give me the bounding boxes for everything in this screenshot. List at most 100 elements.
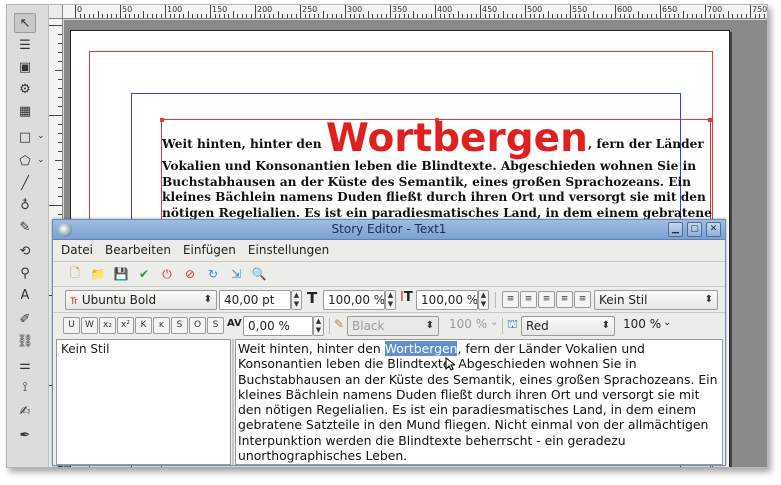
paragraph-style-list[interactable]: Kein Stil [56,339,231,465]
line-icon[interactable]: ╱ [14,173,36,193]
cancel-changes-icon[interactable]: ⏻ [159,266,175,282]
ruler-tick [430,14,432,18]
scale-width-field[interactable]: 100,00 % [323,290,385,310]
ruler-label: 500 [527,5,543,14]
ruler-tick [439,14,441,18]
align-center-button[interactable]: ≡ [520,291,537,308]
tracking-stepper[interactable]: ▲ ▼ [313,316,324,336]
ruler-tick [58,142,62,143]
minimize-button[interactable]: ▁ [668,222,683,237]
chevron-down-icon[interactable]: ⌄ [37,155,45,165]
maximize-button[interactable]: ▢ [687,222,702,237]
subscript-icon[interactable]: x₂ [99,317,116,334]
ruler-tick [115,14,117,18]
menu-einstellungen[interactable]: Einstellungen [248,243,329,257]
align-justify-button[interactable]: ≡ [556,291,573,308]
polygon-icon[interactable]: ⬠ [14,151,36,171]
paragraph-style-select[interactable]: Kein Stil ⬍ [594,290,718,310]
menu-bearbeiten[interactable]: Bearbeiten [105,243,171,257]
close-button[interactable]: ✕ [706,222,721,237]
scale-height-field[interactable]: 100,00 % [416,290,478,310]
zoom-icon[interactable]: ⚲ [14,263,36,283]
tracking-value: 0,00 % [248,319,290,333]
scale-height-stepper[interactable]: ▲ ▼ [478,290,489,310]
fill-shade-value[interactable]: 100 % [623,317,661,331]
ruler-tick [417,14,418,18]
ruler-tick [58,97,62,98]
freehand-line-icon[interactable]: ✎ [14,217,36,237]
eye-dropper-icon[interactable]: ✒ [14,425,36,445]
underline-icon[interactable]: U [63,317,80,334]
ruler-origin[interactable] [49,5,63,19]
text-frame-icon[interactable]: ☰ [14,35,36,55]
story-selected-text[interactable]: Wortbergen [384,341,458,356]
story-text[interactable]: Weit hinten, hinter den Wortbergen, fern… [238,341,720,463]
outline-icon[interactable]: O [189,317,206,334]
fill-color-select[interactable]: Red ⬍ [521,316,615,336]
ruler-label: 650 [662,5,678,14]
table-icon[interactable]: ▦ [14,101,36,121]
render-frame-icon[interactable]: ⚙ [14,79,36,99]
stroke-shade-value[interactable]: 100 % [449,317,487,331]
chevron-down-icon[interactable]: ⌄ [37,131,45,141]
scale-width-stepper[interactable]: ▲ ▼ [385,290,396,310]
shadow-icon[interactable]: S [207,317,224,334]
font-size-field[interactable]: 40,00 pt [219,290,291,310]
story-editor-icon[interactable]: ✐ [14,309,36,329]
underline-words-icon[interactable]: W [81,317,98,334]
ruler-tick [97,11,99,18]
ruler-tick [363,14,364,18]
frame-text-before: Weit hinten, hinter den [162,137,326,151]
align-left-button[interactable]: ≡ [502,291,519,308]
dialog-titlebar[interactable]: Story Editor - Text1 ▁ ▢ ✕ [53,220,725,240]
ruler-tick [678,14,679,18]
ruler-tick [286,14,288,18]
ruler-tick [160,14,162,18]
ruler-tick [736,14,738,18]
image-frame-icon[interactable]: ▣ [14,57,36,77]
all-caps-icon[interactable]: K [135,317,152,334]
align-forced-button[interactable]: ≡ [574,291,591,308]
update-frame-icon[interactable]: ⇲ [228,266,244,282]
ruler-tick [606,14,607,18]
apply-changes-icon[interactable]: ✔ [136,266,152,282]
bezier-curve-icon[interactable]: ♁ [14,195,36,215]
tracking-icon: AV [227,318,242,329]
ruler-tick [709,14,711,18]
tracking-field[interactable]: 0,00 % [243,316,313,336]
link-frames-icon[interactable]: ⛓ [14,331,36,351]
pointer-icon[interactable]: ↖ [14,13,36,33]
ruler-tick [403,14,405,18]
measurements-icon[interactable]: ⟟ [14,377,36,397]
font-family-select[interactable]: Tr Ubuntu Bold ⬍ [65,290,217,310]
menu-bar: Datei Bearbeiten Einfügen Einstellungen [53,240,725,260]
font-size-stepper[interactable]: ▲ ▼ [291,290,302,310]
unlink-frames-icon[interactable]: ⚌ [14,355,36,375]
reload-icon[interactable]: ↻ [205,266,221,282]
strikethrough-icon[interactable]: S [171,317,188,334]
clear-all-icon[interactable]: ⊘ [182,266,198,282]
open-file-icon[interactable]: 📁 [90,266,106,282]
small-caps-icon[interactable]: ᴋ [153,317,170,334]
menu-datei[interactable]: Datei [61,243,93,257]
new-document-icon[interactable]: 🗋 [67,266,83,282]
ruler-tick [727,11,729,18]
align-right-button[interactable]: ≡ [538,291,555,308]
edit-text-icon[interactable]: A [14,285,36,305]
superscript-icon[interactable]: x² [117,317,134,334]
menu-einfuegen[interactable]: Einfügen [183,243,236,257]
copy-properties-icon[interactable]: ✍ [14,401,36,421]
ruler-tick [223,14,225,18]
ruler-tick [660,5,661,18]
rectangle-shape-icon[interactable]: □ [14,127,36,147]
search-replace-icon[interactable]: 🔍 [251,266,267,282]
rotate-item-icon[interactable]: ⟲ [14,241,36,261]
save-file-icon[interactable]: 💾 [113,266,129,282]
horizontal-ruler[interactable]: 0 50 100 150 200 250 300 350 400 450 500 550 600 650 7… [63,5,767,19]
story-text-area[interactable]: Weit hinten, hinter den Wortbergen, fern… [235,339,723,465]
style-list-item[interactable]: Kein Stil [61,342,109,356]
ruler-tick [58,34,62,35]
panel-splitter[interactable] [232,339,234,465]
stroke-color-select[interactable]: Black ⬍ [347,316,439,336]
ruler-tick [556,14,558,18]
